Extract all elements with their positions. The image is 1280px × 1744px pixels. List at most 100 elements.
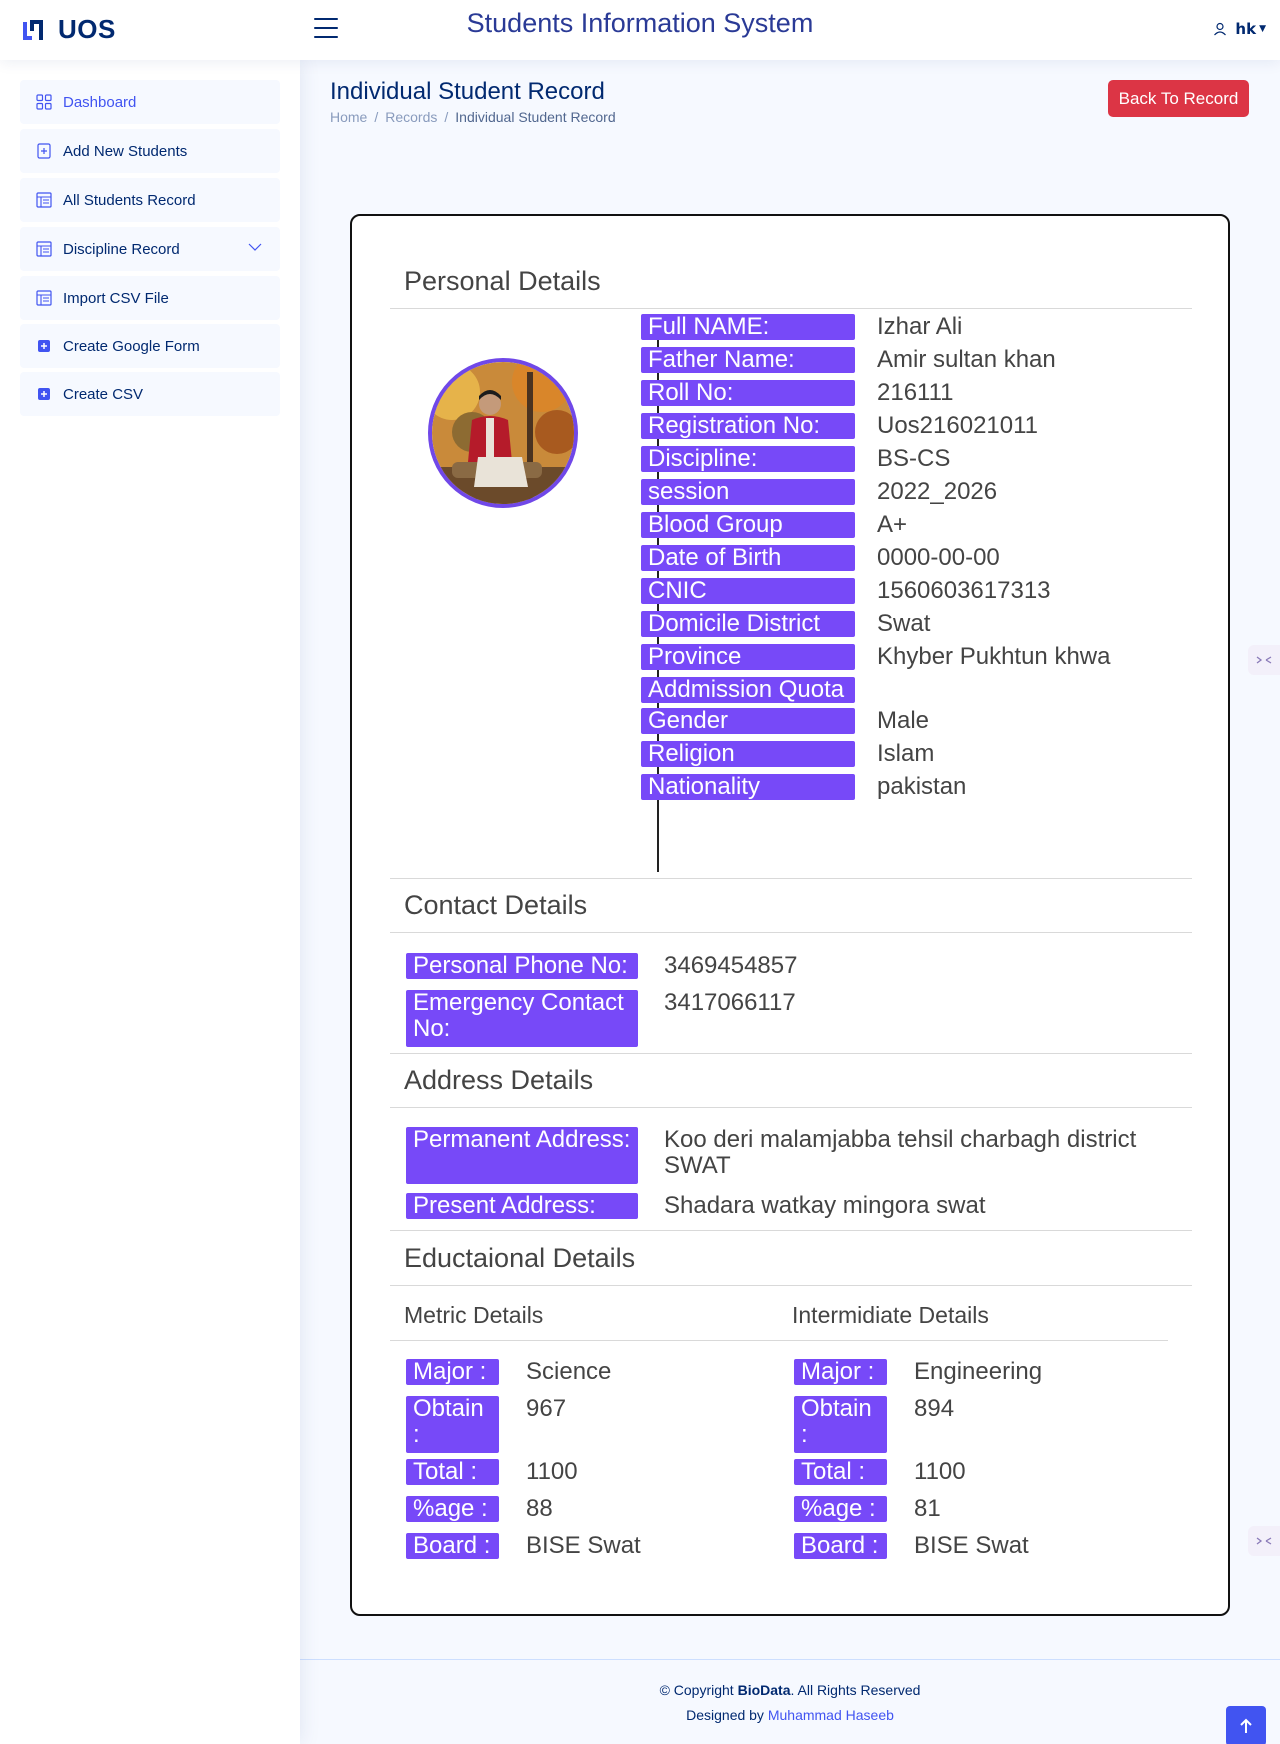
sidebar-item-label: All Students Record — [63, 191, 196, 209]
personal-phone-label: Personal Phone No: — [406, 953, 638, 979]
person-icon — [1214, 22, 1227, 36]
personal-field-label: Domicile District — [641, 611, 855, 637]
logo[interactable]: UOS — [20, 14, 116, 45]
personal-field-value: Khyber Pukhtun khwa — [877, 643, 1111, 670]
sidebar-item-create-google-form[interactable]: Create Google Form — [20, 324, 280, 368]
personal-field-value: 1560603617313 — [877, 577, 1051, 604]
inter-total-value: 1100 — [914, 1458, 966, 1485]
metric-percentage-label: %age : — [406, 1496, 499, 1522]
arrow-up-icon — [1240, 1718, 1252, 1733]
personal-field-label: Addmission Quota — [641, 677, 855, 703]
user-menu[interactable]: hk ▼ — [1213, 20, 1266, 38]
layout-text-icon — [35, 240, 53, 258]
breadcrumb-records[interactable]: Records — [385, 109, 437, 125]
personal-field-value: A+ — [877, 511, 908, 538]
document-plus-icon — [35, 142, 53, 160]
present-address-value: Shadara watkay mingora swat — [664, 1192, 986, 1219]
designed-prefix: Designed by — [686, 1707, 768, 1723]
inter-board-value: BISE Swat — [914, 1532, 1029, 1559]
designer-link[interactable]: Muhammad Haseeb — [768, 1707, 894, 1723]
inter-obtain-label: Obtain : — [794, 1396, 887, 1453]
divider — [390, 1340, 778, 1341]
footer: © Copyright BioData. All Rights Reserved… — [300, 1678, 1280, 1728]
educational-details-title: Eductaional Details — [404, 1243, 636, 1273]
personal-field-label: session — [641, 479, 855, 505]
inter-obtain-value: 894 — [914, 1395, 955, 1422]
grid-icon — [35, 93, 53, 111]
divider — [778, 1340, 1168, 1341]
personal-field-value: BS-CS — [877, 445, 951, 472]
inter-major-value: Engineering — [914, 1358, 1043, 1385]
extension-icon — [1256, 1537, 1272, 1545]
metric-total-label: Total : — [406, 1459, 499, 1485]
caret-down-icon: ▼ — [1259, 24, 1266, 34]
sidebar-item-label: Dashboard — [63, 93, 137, 111]
inter-total-label: Total : — [794, 1459, 887, 1485]
emergency-contact-label: Emergency Contact No: — [406, 990, 638, 1047]
personal-field-value: Izhar Ali — [877, 313, 963, 340]
menu-toggle-icon[interactable] — [314, 18, 338, 40]
top-header: UOS Students Information System hk ▼ — [0, 0, 1280, 60]
sidebar-item-discipline-record[interactable]: Discipline Record — [20, 227, 280, 271]
metric-percentage-value: 88 — [526, 1495, 553, 1522]
divider — [390, 1053, 1192, 1054]
inter-percentage-label: %age : — [794, 1496, 887, 1522]
extension-tab[interactable] — [1248, 645, 1280, 675]
personal-phone-value: 3469454857 — [664, 952, 798, 979]
back-to-top-button[interactable] — [1226, 1706, 1266, 1744]
student-record-card: Personal Details Full NAME: Izhar Ali Fath… — [350, 214, 1230, 1616]
personal-field-label: Blood Group — [641, 512, 855, 538]
sidebar-item-label: Add New Students — [63, 142, 188, 160]
footer-divider — [300, 1659, 1280, 1660]
permanent-address-label: Permanent Address: — [406, 1127, 638, 1184]
personal-field-label: Province — [641, 644, 855, 670]
credits-line: Designed by Muhammad Haseeb — [300, 1703, 1280, 1728]
page-title-block: Individual Student Record Home / Records / I… — [330, 78, 616, 125]
app-title: Students Information System — [466, 8, 814, 38]
student-photo — [428, 358, 578, 508]
divider — [390, 308, 1192, 309]
sidebar-item-create-csv[interactable]: Create CSV — [20, 372, 280, 416]
breadcrumb-home[interactable]: Home — [330, 109, 367, 125]
personal-field-value: Male — [877, 707, 930, 734]
logo-text: UOS — [58, 14, 116, 44]
layout-text-icon — [35, 191, 53, 209]
metric-details-title: Metric Details — [404, 1302, 544, 1328]
copyright-prefix: © Copyright — [659, 1682, 738, 1698]
breadcrumb-current: Individual Student Record — [455, 109, 616, 125]
sidebar-item-all-students-record[interactable]: All Students Record — [20, 178, 280, 222]
back-to-record-button[interactable]: Back To Record — [1108, 80, 1249, 117]
divider — [390, 1107, 1192, 1108]
metric-obtain-label: Obtain : — [406, 1396, 499, 1453]
personal-field-label: Roll No: — [641, 380, 855, 406]
page-title: Individual Student Record — [330, 78, 605, 105]
metric-board-value: BISE Swat — [526, 1532, 641, 1559]
metric-major-label: Major : — [406, 1359, 499, 1385]
personal-field-value: 0000-00-00 — [877, 544, 1000, 571]
sidebar-item-import-csv-file[interactable]: Import CSV File — [20, 276, 280, 320]
personal-field-label: CNIC — [641, 578, 855, 604]
sidebar-item-dashboard[interactable]: Dashboard — [20, 80, 280, 124]
personal-details-title: Personal Details — [404, 266, 601, 296]
personal-field-value: Amir sultan khan — [877, 346, 1056, 373]
personal-field-label: Discipline: — [641, 446, 855, 472]
divider — [390, 1285, 1192, 1286]
copyright-line: © Copyright BioData. All Rights Reserved — [300, 1678, 1280, 1703]
personal-field-label: Gender — [641, 708, 855, 734]
emergency-contact-value: 3417066117 — [664, 989, 796, 1016]
plus-square-icon — [35, 337, 53, 355]
personal-field-value: Uos216021011 — [877, 412, 1039, 439]
plus-square-icon — [35, 385, 53, 403]
metric-major-value: Science — [526, 1358, 612, 1385]
extension-icon — [1256, 656, 1272, 664]
inter-board-label: Board : — [794, 1533, 887, 1559]
sidebar-item-add-new-students[interactable]: Add New Students — [20, 129, 280, 173]
logo-icon — [23, 19, 43, 40]
chevron-down-icon — [248, 239, 262, 256]
present-address-label: Present Address: — [406, 1193, 638, 1219]
personal-field-label: Date of Birth — [641, 545, 855, 571]
personal-field-value: 2022_2026 — [877, 478, 998, 505]
address-details-title: Address Details — [404, 1065, 594, 1095]
sidebar-item-label: Import CSV File — [63, 289, 169, 307]
extension-tab[interactable] — [1248, 1526, 1280, 1556]
